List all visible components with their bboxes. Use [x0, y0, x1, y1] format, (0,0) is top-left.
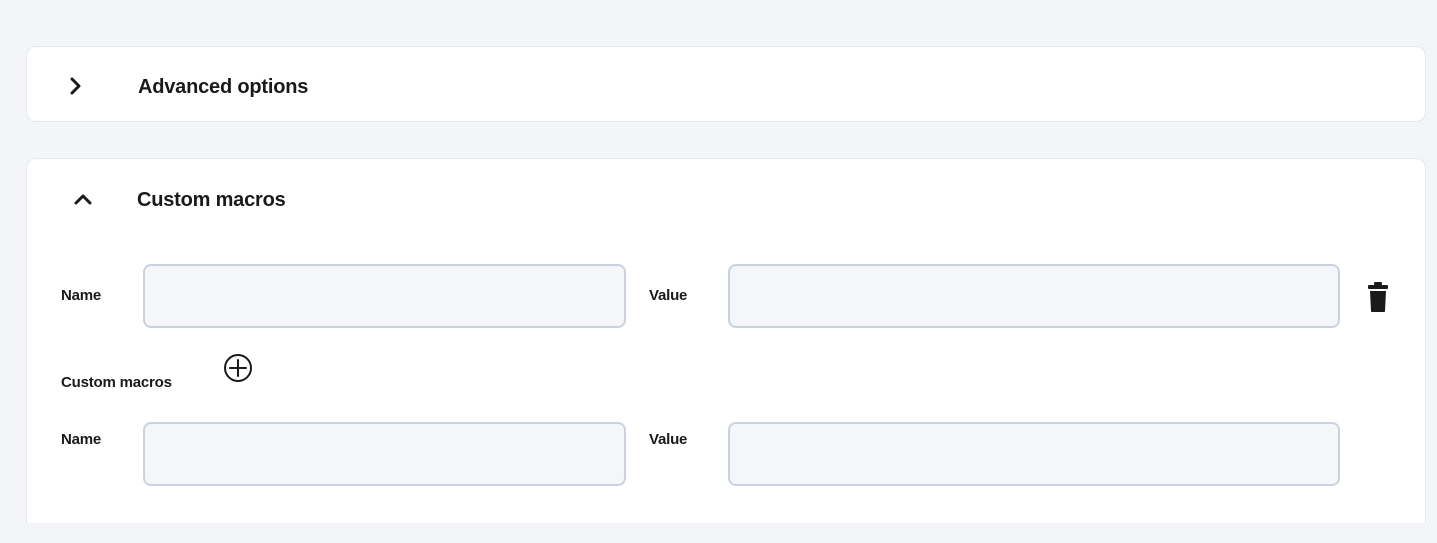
chevron-right-icon: [64, 74, 88, 98]
macro-name-input[interactable]: [143, 422, 626, 486]
macro-name-label: Name: [61, 287, 102, 304]
macro-name-label: Name: [61, 431, 102, 448]
advanced-options-panel: Advanced options: [26, 46, 1426, 122]
macro-value-input[interactable]: [728, 422, 1340, 486]
trash-icon[interactable]: [1366, 280, 1390, 314]
macro-value-input[interactable]: [728, 264, 1340, 328]
custom-macros-title: Custom macros: [137, 189, 286, 211]
macro-value-label: Value: [649, 287, 688, 304]
advanced-options-header[interactable]: Advanced options: [27, 47, 1425, 123]
custom-macros-header[interactable]: Custom macros: [27, 159, 1425, 239]
advanced-options-title: Advanced options: [138, 76, 309, 98]
page: Advanced options Custom macros Name Valu…: [0, 0, 1437, 543]
custom-macros-panel: Custom macros Name Value Custom macros N…: [26, 158, 1426, 523]
plus-circle-icon[interactable]: [222, 352, 254, 384]
macro-name-input[interactable]: [143, 264, 626, 328]
chevron-up-icon: [71, 187, 95, 211]
macro-value-label: Value: [649, 431, 688, 448]
add-macro-label: Custom macros: [61, 374, 172, 391]
